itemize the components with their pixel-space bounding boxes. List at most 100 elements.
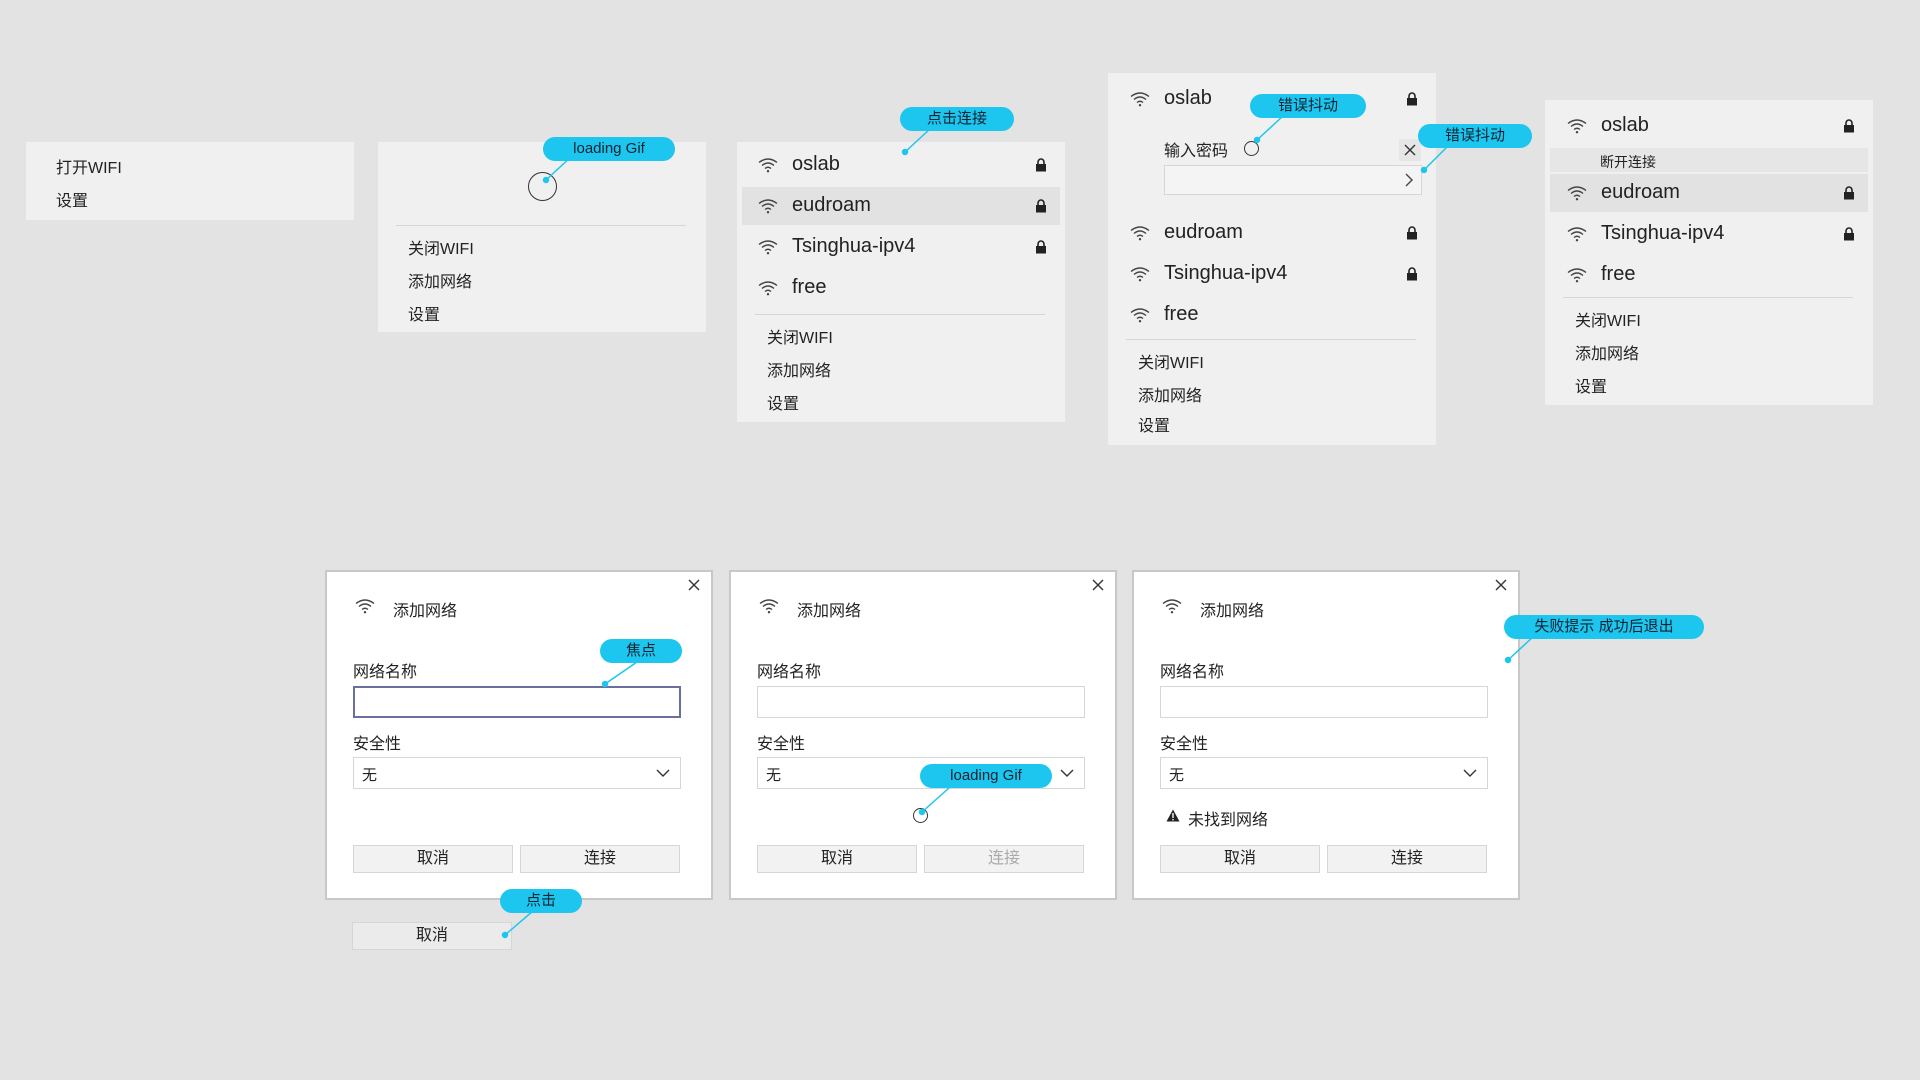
settings-item[interactable]: 设置 xyxy=(767,390,799,414)
security-select[interactable]: 无 xyxy=(353,757,681,789)
cancel-button[interactable]: 取消 xyxy=(757,845,917,873)
dialog-title: 添加网络 xyxy=(797,603,862,620)
turn-off-wifi-item[interactable]: 关闭WIFI xyxy=(767,324,833,348)
network-name: free xyxy=(792,276,827,298)
wifi-menu-connected: oslab 断开连接 eudroam Tsinghua-ipv4 free 关闭… xyxy=(1545,100,1873,405)
network-name: oslab xyxy=(1601,114,1649,136)
chevron-right-icon[interactable] xyxy=(1404,173,1414,187)
wifi-icon xyxy=(758,240,778,255)
cancel-button[interactable]: 取消 xyxy=(353,845,513,873)
lock-icon xyxy=(1407,267,1417,281)
network-name: eudroam xyxy=(792,194,871,216)
settings-item[interactable]: 设置 xyxy=(1575,373,1607,397)
network-name: Tsinghua-ipv4 xyxy=(1164,262,1288,284)
network-name-label: 网络名称 xyxy=(353,664,418,681)
network-name: free xyxy=(1601,263,1636,285)
wifi-icon xyxy=(1567,119,1587,134)
add-network-item[interactable]: 添加网络 xyxy=(1575,340,1639,364)
network-row-tsinghua[interactable]: Tsinghua-ipv4 xyxy=(1550,215,1868,253)
security-select[interactable]: 无 xyxy=(1160,757,1488,789)
callout-error-shake-2: 错误抖动 xyxy=(1418,124,1532,148)
network-name-input[interactable] xyxy=(1160,686,1488,718)
turn-off-wifi-item[interactable]: 关闭WIFI xyxy=(1575,307,1641,331)
password-label: 输入密码 xyxy=(1164,143,1229,160)
wifi-icon xyxy=(1130,308,1150,323)
network-row-tsinghua[interactable]: Tsinghua-ipv4 xyxy=(742,228,1060,266)
divider xyxy=(396,225,686,226)
close-icon[interactable] xyxy=(685,576,703,594)
connect-button[interactable]: 连接 xyxy=(520,845,680,873)
settings-item[interactable]: 设置 xyxy=(1138,412,1170,436)
add-network-item[interactable]: 添加网络 xyxy=(767,357,831,381)
security-value: 无 xyxy=(1169,767,1185,784)
dialog-title: 添加网络 xyxy=(1200,603,1265,620)
divider xyxy=(755,314,1045,315)
wifi-icon xyxy=(1567,186,1587,201)
network-row-eudroam[interactable]: eudroam xyxy=(1113,214,1431,252)
close-icon[interactable] xyxy=(1492,576,1510,594)
wifi-icon xyxy=(758,281,778,296)
network-name-input[interactable] xyxy=(757,686,1085,718)
settings-item[interactable]: 设置 xyxy=(56,187,88,211)
password-input[interactable] xyxy=(1164,165,1422,195)
loading-spinner xyxy=(528,172,557,201)
settings-item[interactable]: 设置 xyxy=(408,301,440,325)
turn-off-wifi-item[interactable]: 关闭WIFI xyxy=(1138,349,1204,373)
network-name-input[interactable] xyxy=(353,686,681,718)
wifi-icon xyxy=(1130,267,1150,282)
add-network-item[interactable]: 添加网络 xyxy=(1138,382,1202,406)
connect-button: 连接 xyxy=(924,845,1084,873)
network-row-oslab[interactable]: oslab xyxy=(1550,107,1868,145)
security-label: 安全性 xyxy=(1160,736,1209,753)
security-label: 安全性 xyxy=(757,736,806,753)
lock-icon xyxy=(1036,158,1046,172)
network-row-free[interactable]: free xyxy=(1550,256,1868,294)
security-value: 无 xyxy=(362,767,378,784)
wifi-icon xyxy=(1567,268,1587,283)
wifi-menu-password: oslab 输入密码 eudroam Tsinghua-ipv4 free 关闭… xyxy=(1108,73,1436,445)
wifi-icon xyxy=(1130,226,1150,241)
network-row-tsinghua[interactable]: Tsinghua-ipv4 xyxy=(1113,255,1431,293)
add-network-dialog-error: 添加网络 网络名称 安全性 无 未找到网络 取消 连接 xyxy=(1132,570,1520,900)
wifi-icon xyxy=(355,599,375,614)
network-name: eudroam xyxy=(1164,221,1243,243)
network-row-eudroam[interactable]: eudroam xyxy=(1550,174,1868,212)
lock-icon xyxy=(1407,92,1417,106)
dialog-title: 添加网络 xyxy=(393,603,458,620)
wifi-icon xyxy=(1567,227,1587,242)
turn-on-wifi-item[interactable]: 打开WIFI xyxy=(56,154,122,178)
cancel-button-pressed[interactable]: 取消 xyxy=(352,922,512,950)
security-value: 无 xyxy=(766,767,782,784)
close-icon[interactable] xyxy=(1399,139,1421,161)
connect-button[interactable]: 连接 xyxy=(1327,845,1487,873)
chevron-down-icon xyxy=(656,769,670,777)
warning-icon xyxy=(1166,809,1180,822)
error-message: 未找到网络 xyxy=(1188,812,1269,829)
wifi-icon xyxy=(1130,92,1150,107)
callout-loading-gif: loading Gif xyxy=(543,137,675,161)
lock-icon xyxy=(1844,119,1854,133)
network-row-eudroam[interactable]: eudroam xyxy=(742,187,1060,225)
add-network-item[interactable]: 添加网络 xyxy=(408,268,472,292)
callout-error-shake: 错误抖动 xyxy=(1250,94,1366,118)
lock-icon xyxy=(1844,227,1854,241)
callout-loading-gif-2: loading Gif xyxy=(920,764,1052,788)
loading-spinner xyxy=(913,808,928,823)
divider xyxy=(1126,339,1416,340)
network-row-free[interactable]: free xyxy=(742,269,1060,307)
close-icon[interactable] xyxy=(1089,576,1107,594)
loading-spinner xyxy=(1244,141,1259,156)
network-name: oslab xyxy=(792,153,840,175)
network-row-oslab[interactable]: oslab xyxy=(742,146,1060,184)
callout-focus: 焦点 xyxy=(600,639,682,663)
network-row-free[interactable]: free xyxy=(1113,296,1431,334)
turn-off-wifi-item[interactable]: 关闭WIFI xyxy=(408,235,474,259)
callout-click-connect: 点击连接 xyxy=(900,107,1014,131)
wifi-icon xyxy=(758,199,778,214)
callout-click: 点击 xyxy=(500,889,582,913)
wifi-icon xyxy=(758,158,778,173)
network-name: oslab xyxy=(1164,87,1212,109)
cancel-button[interactable]: 取消 xyxy=(1160,845,1320,873)
wifi-menu-loading: 关闭WIFI 添加网络 设置 xyxy=(378,142,706,332)
disconnect-row[interactable]: 断开连接 xyxy=(1550,148,1868,172)
